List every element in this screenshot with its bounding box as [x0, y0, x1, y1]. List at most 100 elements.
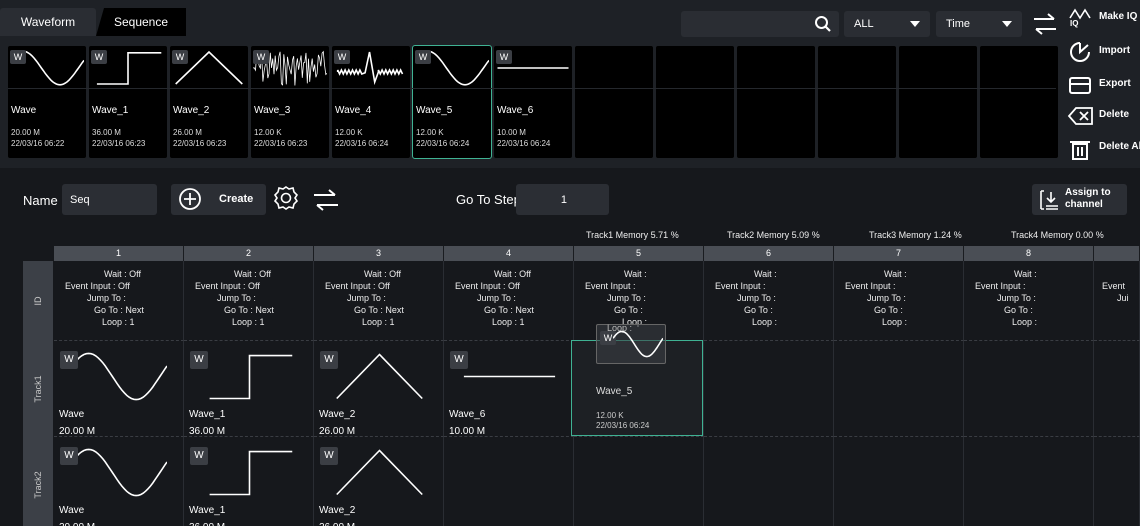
- empty-waveform-slot[interactable]: [899, 46, 977, 158]
- dragged-waveform-ghost[interactable]: Loop :W: [596, 323, 666, 364]
- empty-track-cell[interactable]: [704, 437, 834, 526]
- step-column-header[interactable]: 7: [834, 246, 964, 261]
- filter-select[interactable]: ALL: [844, 11, 930, 37]
- step-column-header[interactable]: 3: [314, 246, 444, 261]
- step-properties-cell[interactable]: Wait : Off Event Input : Off Jump To : Go T…: [444, 261, 574, 341]
- track-step-cell[interactable]: W Wave_1 36.00 M: [184, 437, 314, 526]
- empty-track-cell[interactable]: [704, 341, 834, 437]
- waveform-card[interactable]: W Wave_2 26.00 M 22/03/16 06:23: [170, 46, 248, 158]
- step-column-header[interactable]: [1094, 246, 1140, 261]
- waveform-name: Wave_6: [449, 409, 486, 420]
- tab-sequence[interactable]: Sequence: [96, 8, 186, 36]
- triangle-waveform-icon: [336, 353, 423, 400]
- waveform-size: 10.00 M: [497, 128, 526, 137]
- empty-track-cell[interactable]: [1094, 437, 1140, 526]
- step-column-header[interactable]: 6: [704, 246, 834, 261]
- track-step-cell[interactable]: W Wave_6 10.00 M: [444, 341, 574, 437]
- empty-track-cell[interactable]: [834, 437, 964, 526]
- waveform-date: 22/03/16 06:24: [497, 139, 551, 148]
- backspace-icon: [1067, 107, 1093, 125]
- waveform-date: 22/03/16 06:23: [92, 139, 146, 148]
- step-wait: Wait :: [1014, 269, 1037, 279]
- sort-select[interactable]: Time: [936, 11, 1022, 37]
- empty-track-cell[interactable]: [444, 437, 574, 526]
- step-wait: Wait :: [884, 269, 907, 279]
- tab-waveform[interactable]: Waveform: [0, 8, 96, 36]
- track-memory-usage: Track2 Memory 5.09 %: [727, 230, 820, 240]
- assign-to-channel-button[interactable]: Assign to channel: [1032, 184, 1127, 215]
- empty-waveform-slot[interactable]: [656, 46, 734, 158]
- step-properties-cell[interactable]: Wait : Event Input : Jump To : Go To : Loop …: [704, 261, 834, 341]
- step-goto: Go To : Next: [94, 305, 144, 315]
- waveform-size: 12.00 K: [596, 411, 624, 420]
- waveform-size: 12.00 K: [416, 128, 444, 137]
- waveform-card[interactable]: W Wave 20.00 M 22/03/16 06:22: [8, 46, 86, 158]
- empty-waveform-slot[interactable]: [980, 46, 1058, 158]
- delete-button[interactable]: Delete: [1065, 102, 1140, 130]
- step-column-header[interactable]: 5: [574, 246, 704, 261]
- step-event: Event Input :: [975, 281, 1026, 291]
- track-step-cell[interactable]: W Wave 20.00 M: [54, 341, 184, 437]
- track-step-cell[interactable]: W Wave_1 36.00 M: [184, 341, 314, 437]
- step-properties-cell[interactable]: Wait : Off Event Input : Off Jump To : Go T…: [314, 261, 444, 341]
- delete-all-button[interactable]: Delete All: [1065, 134, 1140, 162]
- step-properties-cell[interactable]: Wait : Event Input : Jump To : Go To : Loop …: [964, 261, 1094, 341]
- waveform-name: Wave: [11, 105, 37, 116]
- waveform-card[interactable]: W Wave_5 12.00 K 22/03/16 06:24: [412, 45, 492, 159]
- waveform-badge: W: [190, 351, 208, 369]
- row-header-label: Track1: [33, 375, 43, 403]
- empty-track-cell[interactable]: [964, 341, 1094, 437]
- track-step-cell[interactable]: W Wave_2 26.00 M: [314, 437, 444, 526]
- waveform-size: 26.00 M: [173, 128, 202, 137]
- waveform-badge: W: [320, 351, 338, 369]
- waveform-badge: W: [172, 50, 188, 64]
- track-step-cell[interactable]: W Wave_2 26.00 M: [314, 341, 444, 437]
- empty-waveform-slot[interactable]: [737, 46, 815, 158]
- waveform-badge: W: [496, 50, 512, 64]
- empty-track-cell[interactable]: [1094, 341, 1140, 437]
- step-properties-cell[interactable]: Event Jui: [1094, 261, 1140, 341]
- waveform-size: 26.00 M: [319, 522, 355, 526]
- waveform-card[interactable]: W Wave_6 10.00 M 22/03/16 06:24: [494, 46, 572, 158]
- empty-waveform-slot[interactable]: [575, 46, 653, 158]
- swap-icon[interactable]: [1030, 9, 1060, 39]
- waveform-date: 22/03/16 06:22: [11, 139, 65, 148]
- waveform-size: 20.00 M: [59, 426, 96, 437]
- waveform-badge: W: [450, 351, 468, 369]
- step-column-header[interactable]: 8: [964, 246, 1094, 261]
- step-event: Event Input : Off: [65, 281, 130, 291]
- empty-track-cell[interactable]: [574, 437, 704, 526]
- step-loop: Loop :: [1012, 317, 1038, 327]
- waveform-card[interactable]: W Wave_1 36.00 M 22/03/16 06:23: [89, 46, 167, 158]
- step-column-header[interactable]: 4: [444, 246, 574, 261]
- import-button[interactable]: Import: [1065, 38, 1140, 66]
- step-event: Event Input : Off: [325, 281, 390, 291]
- empty-track-cell[interactable]: [964, 437, 1094, 526]
- chevron-down-icon: [910, 21, 920, 27]
- sequence-name-input[interactable]: [62, 184, 157, 215]
- sequence-editor: Name Create Go To Step Assign to channel…: [0, 168, 1140, 526]
- export-button[interactable]: Export: [1065, 71, 1140, 99]
- step-goto: Go To : Next: [484, 305, 534, 315]
- step-wait: Wait : Off: [104, 269, 142, 279]
- track-memory-usage: Track1 Memory 5.71 %: [586, 230, 679, 240]
- go-to-step-input[interactable]: [516, 184, 609, 215]
- search-icon[interactable]: [814, 15, 832, 33]
- step-column-header[interactable]: 2: [184, 246, 314, 261]
- create-button[interactable]: Create: [171, 184, 266, 215]
- step-jump: Jump To :: [607, 293, 646, 303]
- waveform-card[interactable]: W Wave_3 12.00 K 22/03/16 06:23: [251, 46, 329, 158]
- step-column-header[interactable]: 1: [54, 246, 184, 261]
- empty-track-cell[interactable]: [834, 341, 964, 437]
- step-properties-cell[interactable]: Wait : Off Event Input : Off Jump To : Go T…: [184, 261, 314, 341]
- waveform-card[interactable]: W Wave_4 12.00 K 22/03/16 06:24: [332, 46, 410, 158]
- swap-icon[interactable]: [311, 186, 341, 214]
- step-properties-cell[interactable]: Wait : Event Input : Jump To : Go To : Loop …: [834, 261, 964, 341]
- plus-circle-icon: [179, 188, 201, 210]
- empty-waveform-slot[interactable]: [818, 46, 896, 158]
- waveform-trace: [336, 353, 423, 400]
- track-step-cell[interactable]: W Wave 20.00 M: [54, 437, 184, 526]
- step-properties-cell[interactable]: Wait : Off Event Input : Off Jump To : Go T…: [54, 261, 184, 341]
- gear-icon[interactable]: [272, 184, 300, 212]
- make-iq-button[interactable]: IQ Make IQ: [1065, 4, 1140, 32]
